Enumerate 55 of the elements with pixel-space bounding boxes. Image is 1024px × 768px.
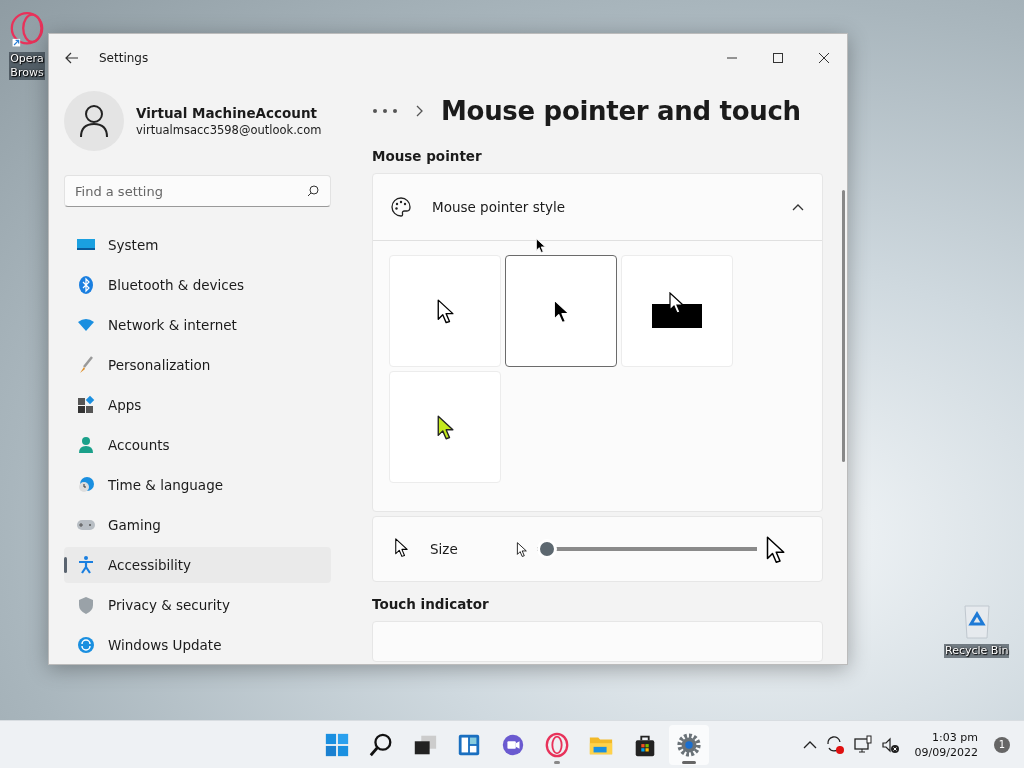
account-name: Virtual MachineAccount — [136, 105, 318, 121]
account-email: virtualmsacc3598@outlook.com — [136, 123, 322, 137]
network-monitor-icon[interactable] — [852, 734, 873, 755]
sidebar-item[interactable]: Time & language — [64, 467, 331, 503]
slider-thumb[interactable] — [537, 539, 557, 560]
chevron-up-icon[interactable] — [802, 739, 817, 750]
section-heading: Touch indicator — [372, 596, 490, 613]
pointer-icon — [394, 538, 408, 558]
apps-grid-icon — [76, 395, 96, 415]
search-field[interactable]: Find a setting — [64, 175, 331, 207]
section-heading: Mouse pointer — [372, 148, 483, 165]
chevron-right-icon — [416, 105, 423, 118]
chevron-up-icon — [792, 203, 804, 212]
scrollbar[interactable] — [842, 190, 845, 462]
person-icon — [76, 435, 96, 455]
back-arrow-icon[interactable] — [65, 52, 79, 64]
window-title: Settings — [99, 51, 150, 65]
clock-date[interactable]: 09/09/2022 — [914, 744, 978, 760]
desktop-icon-label: Recycle Bin — [944, 644, 1010, 658]
sidebar-item[interactable]: Windows Update — [64, 627, 331, 663]
large-pointer-icon — [765, 535, 785, 563]
accessibility-figure-icon — [76, 555, 96, 575]
sync-icon[interactable] — [824, 734, 845, 755]
clock-time[interactable]: 1:03 pm — [932, 729, 978, 745]
expander-header[interactable]: Mouse pointer style — [373, 174, 822, 242]
mouse-cursor-icon — [535, 238, 546, 254]
more-icon[interactable] — [372, 108, 398, 115]
inverted-pointer-icon — [651, 292, 703, 331]
shield-icon — [76, 595, 96, 615]
sidebar-item[interactable]: Personalization — [64, 347, 331, 383]
globe-clock-icon — [76, 475, 96, 495]
sidebar-item[interactable]: Privacy & security — [64, 587, 331, 623]
size-label: Size — [430, 541, 459, 558]
person-icon — [79, 104, 109, 138]
start-logo-icon — [324, 731, 350, 758]
arrow-pointer-icon — [436, 298, 454, 324]
sidebar-item[interactable]: Accounts — [64, 427, 331, 463]
desktop-icon-label: Brows — [9, 66, 45, 80]
gear-icon — [676, 731, 702, 758]
sidebar-item[interactable]: Apps — [64, 387, 331, 423]
search-icon — [368, 731, 394, 758]
notification-count[interactable]: 1 — [994, 736, 1010, 753]
sidebar-item[interactable]: Network & internet — [64, 307, 331, 343]
bluetooth-icon — [76, 275, 96, 295]
desktop-icon-label: Opera — [9, 52, 45, 66]
sidebar-item[interactable]: Gaming — [64, 507, 331, 543]
refresh-circle-icon — [76, 635, 96, 655]
search-icon — [307, 185, 319, 197]
sidebar-item[interactable]: System — [64, 227, 331, 263]
sidebar-item[interactable]: Bluetooth & devices — [64, 267, 331, 303]
small-pointer-icon — [516, 541, 527, 557]
opera-logo-icon — [544, 731, 570, 758]
sidebar-item[interactable]: Accessibility — [64, 547, 331, 583]
page-title: Mouse pointer and touch — [441, 96, 801, 127]
palette-icon — [390, 196, 412, 219]
